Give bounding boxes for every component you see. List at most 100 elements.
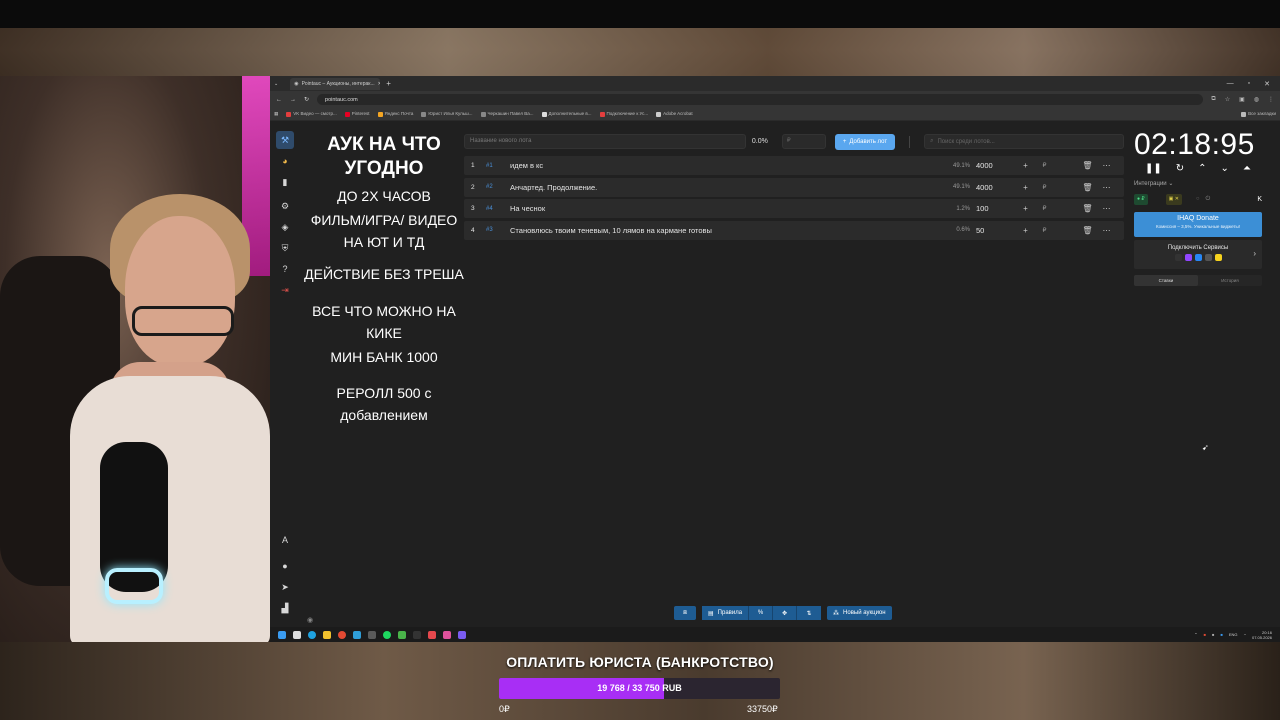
bookmark-star-icon[interactable]: ☆ bbox=[1225, 96, 1230, 103]
start-icon[interactable] bbox=[278, 630, 286, 639]
eye-icon[interactable]: ◉ bbox=[307, 616, 313, 624]
bid-history-icon[interactable]: ₽ bbox=[1035, 227, 1054, 234]
translate-icon[interactable]: ⧉ bbox=[1211, 96, 1215, 103]
bookmark-item[interactable]: Pinterest bbox=[344, 111, 370, 117]
help-nav-icon[interactable]: ? bbox=[276, 260, 294, 278]
auction-nav-icon[interactable]: ⚒ bbox=[276, 131, 294, 149]
app-icon[interactable] bbox=[368, 630, 376, 639]
lot-row[interactable]: 2 #2 Анчартед. Продолжение. 49.1% 4000 + ₽ 🗑 ⋯ bbox=[464, 177, 1124, 197]
pause-icon[interactable]: ❚❚ bbox=[1145, 163, 1162, 174]
chrome-icon[interactable] bbox=[338, 630, 346, 639]
reset-timer-icon[interactable]: ↻ bbox=[1176, 163, 1184, 174]
telegram-icon[interactable]: ➤ bbox=[276, 578, 294, 596]
rules-button[interactable]: ▤ Правила bbox=[702, 606, 750, 620]
tray-app-icon[interactable]: ■ bbox=[1212, 632, 1214, 637]
bookmark-item[interactable]: Юрист Илья Кульш... bbox=[421, 111, 473, 117]
add-bid-icon[interactable]: + bbox=[1016, 204, 1035, 213]
forward-icon[interactable]: → bbox=[290, 97, 296, 103]
tab-menu-icon[interactable]: ⌄ bbox=[274, 81, 278, 87]
minimize-icon[interactable]: — bbox=[1227, 80, 1234, 88]
bookmark-item[interactable]: Яндекс Почта bbox=[377, 111, 413, 117]
percent-toggle-button[interactable]: % bbox=[749, 606, 774, 620]
bid-history-icon[interactable]: ₽ bbox=[1035, 205, 1054, 212]
integrations-toggle[interactable]: Интеграции ⌄ bbox=[1134, 180, 1262, 187]
bookmark-item[interactable]: Adobe Acrobat bbox=[656, 111, 693, 117]
url-field[interactable]: pointauc.com bbox=[317, 94, 1204, 105]
integration-off-icon[interactable]: ○ bbox=[1196, 196, 1200, 202]
tab-bids[interactable]: Ставки bbox=[1134, 275, 1198, 286]
language-icon[interactable]: A bbox=[276, 531, 294, 549]
donationalerts-toggle-icon[interactable]: ● ₽ bbox=[1134, 193, 1148, 205]
lot-more-icon[interactable]: ⋯ bbox=[1097, 226, 1116, 235]
all-bookmarks-link[interactable]: Все закладки bbox=[1241, 111, 1276, 117]
move-button[interactable]: ✥ bbox=[773, 606, 798, 620]
menu-dots-icon[interactable]: ⋮ bbox=[1268, 96, 1274, 103]
bookmarks-apps-icon[interactable]: ▦ bbox=[274, 111, 278, 117]
kick-icon[interactable]: K bbox=[1257, 196, 1262, 203]
twitch-toggle-icon[interactable]: ▣ ✕ bbox=[1165, 193, 1182, 205]
reload-icon[interactable]: ↻ bbox=[304, 96, 309, 103]
delete-lot-icon[interactable]: 🗑 bbox=[1078, 161, 1097, 170]
chevron-down-icon[interactable]: ⌄ bbox=[1221, 163, 1229, 174]
maximize-icon[interactable]: ▫ bbox=[1248, 80, 1250, 88]
tray-app-icon[interactable]: ■ bbox=[1204, 632, 1206, 637]
network-icon[interactable]: ◔ bbox=[1244, 632, 1246, 637]
wheel-nav-icon[interactable]: ◕ bbox=[276, 152, 294, 170]
app-icon[interactable] bbox=[428, 630, 436, 639]
bookmark-item[interactable]: Подключение к Ус... bbox=[599, 111, 648, 117]
steam-icon[interactable] bbox=[353, 630, 361, 639]
app-icon[interactable] bbox=[413, 630, 421, 639]
new-auction-button[interactable]: ⁂ Новый аукцион bbox=[827, 606, 892, 620]
tab-history[interactable]: История bbox=[1198, 275, 1262, 286]
lot-row[interactable]: 1 #1 идем в кс 49.1% 4000 + ₽ 🗑 ⋯ bbox=[464, 156, 1124, 175]
lot-more-icon[interactable]: ⋯ bbox=[1097, 161, 1116, 170]
add-bid-icon[interactable]: + bbox=[1016, 161, 1035, 170]
close-window-icon[interactable]: ✕ bbox=[1264, 80, 1270, 88]
lot-more-icon[interactable]: ⋯ bbox=[1097, 183, 1116, 192]
taskview-icon[interactable] bbox=[293, 630, 301, 639]
lot-row[interactable]: 4 #3 Становлюсь твоим теневым, 10 лямов на… bbox=[464, 220, 1124, 240]
lot-row[interactable]: 3 #4 На чеснок 1.2% 100 + ₽ 🗑 ⋯ bbox=[464, 199, 1124, 218]
github-icon[interactable]: ● bbox=[276, 557, 294, 575]
delete-lot-icon[interactable]: 🗑 bbox=[1078, 183, 1097, 192]
connect-services-card[interactable]: Подключить Сервисы › bbox=[1134, 240, 1262, 269]
fullscreen-button[interactable]: ⧈ bbox=[674, 606, 696, 620]
double-chevron-up-icon[interactable]: ⏶ bbox=[1243, 163, 1251, 174]
bookmark-item[interactable]: Черкашин Павел Ва... bbox=[480, 111, 534, 117]
integration-power-icon[interactable]: ⏻ bbox=[1206, 196, 1211, 203]
stats-nav-icon[interactable]: ▮ bbox=[276, 173, 294, 191]
add-lot-button[interactable]: + Добавить лот bbox=[834, 133, 896, 150]
discord-icon[interactable] bbox=[458, 630, 466, 639]
edge-icon[interactable] bbox=[308, 630, 316, 639]
delete-lot-icon[interactable]: 🗑 bbox=[1078, 226, 1097, 235]
new-tab-icon[interactable]: + bbox=[386, 79, 391, 88]
sort-button[interactable]: ⇅ bbox=[797, 606, 822, 620]
language-indicator[interactable]: ENG bbox=[1229, 632, 1238, 637]
profile-icon[interactable]: ◍ bbox=[1254, 96, 1259, 103]
chevron-up-icon[interactable]: ⌃ bbox=[1198, 163, 1206, 174]
delete-lot-icon[interactable]: 🗑 bbox=[1078, 204, 1097, 213]
lot-amount-input[interactable]: ₽ bbox=[781, 134, 826, 149]
tray-chevron-icon[interactable]: ⌃ bbox=[1194, 632, 1197, 637]
spotify-icon[interactable] bbox=[383, 630, 391, 639]
app-icon[interactable] bbox=[398, 630, 406, 639]
tray-clock[interactable]: 20:16 07.05.2026 bbox=[1252, 630, 1272, 640]
lot-search-input[interactable]: ⌕ Поиск среди лотов... bbox=[924, 134, 1124, 149]
layers-nav-icon[interactable]: ◈ bbox=[276, 218, 294, 236]
bid-history-icon[interactable]: ₽ bbox=[1035, 184, 1054, 191]
add-bid-icon[interactable]: + bbox=[1016, 183, 1035, 192]
extensions-icon[interactable]: ▣ bbox=[1239, 96, 1245, 103]
tab-close-icon[interactable]: ✕ bbox=[378, 81, 381, 87]
donate-nav-icon[interactable]: ▟ bbox=[276, 599, 294, 617]
logout-nav-icon[interactable]: ⇥ bbox=[276, 281, 294, 299]
ihaq-donate-card[interactable]: IHAQ Donate Комиссия – 3,5%. Уникальные … bbox=[1134, 212, 1262, 237]
app-icon[interactable] bbox=[443, 630, 451, 639]
explorer-icon[interactable] bbox=[323, 630, 331, 639]
lot-more-icon[interactable]: ⋯ bbox=[1097, 204, 1116, 213]
add-bid-icon[interactable]: + bbox=[1016, 226, 1035, 235]
bookmark-item[interactable]: Дополнительные в... bbox=[541, 111, 592, 117]
settings-nav-icon[interactable]: ⚙ bbox=[276, 197, 294, 215]
browser-tab[interactable]: ◉ Pointauc – Аукционы, интерак... ✕ bbox=[290, 77, 381, 90]
tray-app-icon[interactable]: ■ bbox=[1220, 632, 1222, 637]
lot-name-input[interactable]: Название нового лота bbox=[464, 134, 746, 149]
